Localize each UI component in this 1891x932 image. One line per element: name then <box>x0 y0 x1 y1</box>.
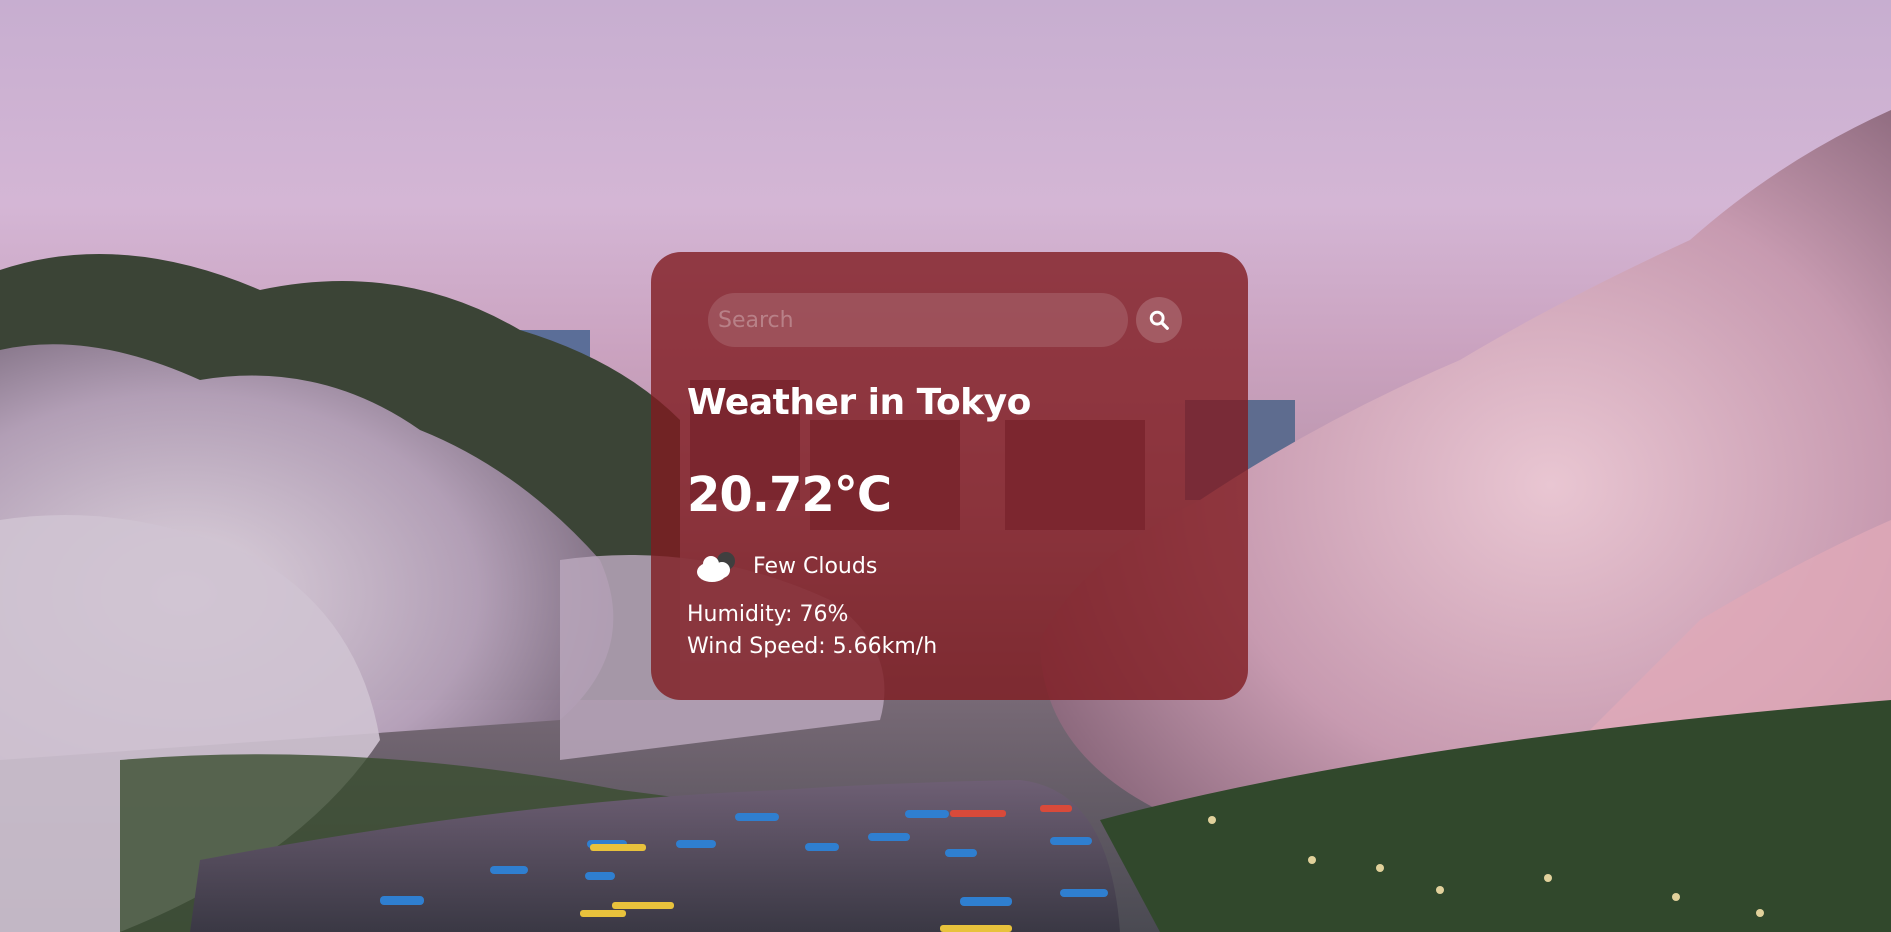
temperature: 20.72°C <box>687 467 892 523</box>
wind-speed: Wind Speed: 5.66km/h <box>687 634 938 659</box>
condition-text: Few Clouds <box>753 553 878 579</box>
search-bar <box>708 293 1182 347</box>
search-icon <box>1149 310 1169 330</box>
few-clouds-icon <box>697 552 735 582</box>
search-input[interactable] <box>708 293 1128 347</box>
search-button[interactable] <box>1136 297 1182 343</box>
city-title: Weather in Tokyo <box>687 382 1031 423</box>
humidity: Humidity: 76% <box>687 602 849 627</box>
weather-card: Weather in Tokyo 20.72°C Few Clouds Humi… <box>651 252 1248 700</box>
condition-row: Few Clouds <box>695 548 877 584</box>
